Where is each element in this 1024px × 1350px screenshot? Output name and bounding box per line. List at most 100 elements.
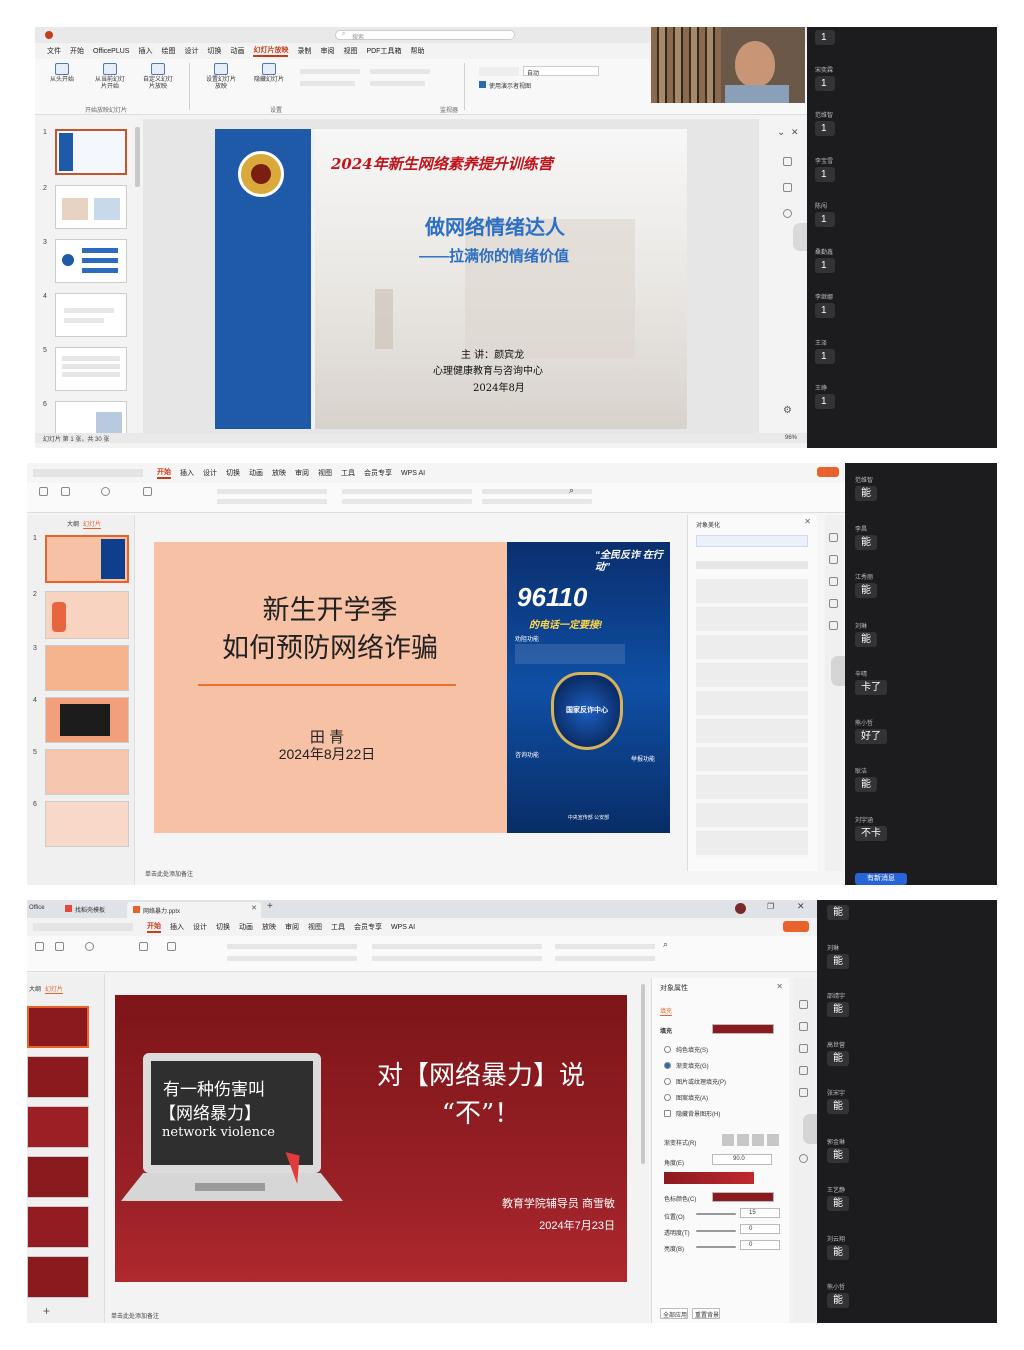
quick-access-toolbar[interactable] xyxy=(33,923,133,931)
new-slide-icon[interactable] xyxy=(143,487,152,496)
paragraph-tools[interactable] xyxy=(372,944,542,949)
brightness-input[interactable]: 0 xyxy=(740,1240,780,1250)
cut-icon[interactable] xyxy=(61,487,70,496)
reset-background-button[interactable]: 重置背景 xyxy=(692,1308,720,1319)
thumbnail-slide-2[interactable] xyxy=(27,1056,89,1098)
menu-tab-2[interactable]: OfficePLUS xyxy=(93,48,129,55)
settings-gear-icon[interactable]: ⚙ xyxy=(783,405,792,416)
image-icon[interactable] xyxy=(829,577,838,586)
share-button[interactable] xyxy=(817,467,839,477)
menu-tab-8[interactable]: 幻灯片放映 xyxy=(253,45,289,57)
close-icon[interactable]: ✕ xyxy=(776,982,783,991)
thumbnail-slide-5[interactable] xyxy=(45,749,129,795)
transparency-input[interactable]: 0 xyxy=(740,1224,780,1234)
menu-tab-8[interactable]: 工具 xyxy=(331,922,345,932)
menu-tab-10[interactable]: 审阅 xyxy=(320,46,334,56)
thumbnail-slide-4[interactable] xyxy=(27,1156,89,1198)
close-icon[interactable]: ✕ xyxy=(791,127,799,138)
expand-panel-handle[interactable] xyxy=(803,1114,817,1144)
menu-tab-8[interactable]: 工具 xyxy=(341,468,355,478)
style-icon[interactable] xyxy=(829,533,838,542)
tab-template[interactable]: 找稻壳模板 xyxy=(65,903,125,915)
transition-icon[interactable] xyxy=(799,1088,808,1097)
thumbnail-slide-3[interactable] xyxy=(45,645,129,691)
menu-tab-0[interactable]: 开始 xyxy=(157,467,171,479)
paragraph-tools[interactable] xyxy=(342,499,472,504)
menu-tab-10[interactable]: WPS AI xyxy=(401,470,425,477)
menu-tab-10[interactable]: WPS AI xyxy=(391,924,415,931)
thumbnail-slide-1[interactable] xyxy=(45,535,129,583)
font-select[interactable] xyxy=(227,944,357,949)
notes-placeholder[interactable]: 单击此处添加备注 xyxy=(111,1311,159,1320)
tab-slides[interactable]: 幻灯片 xyxy=(45,984,64,994)
menu-tab-4[interactable]: 动画 xyxy=(249,468,263,478)
menu-tab-0[interactable]: 文件 xyxy=(47,46,61,56)
apply-all-button[interactable]: 全部应用 xyxy=(660,1308,688,1319)
menu-tab-11[interactable]: 视图 xyxy=(343,46,357,56)
thumbnail-slide-6[interactable] xyxy=(55,401,127,433)
properties-icon[interactable] xyxy=(799,1000,808,1009)
new-slide-icon[interactable] xyxy=(139,942,148,951)
menu-tab-3[interactable]: 切换 xyxy=(216,922,230,932)
menu-tab-5[interactable]: 放映 xyxy=(262,922,276,932)
gradient-bar[interactable] xyxy=(664,1172,754,1184)
designer-icon[interactable] xyxy=(783,157,792,166)
hide-slide-button[interactable]: 隐藏幻灯片 xyxy=(252,63,286,110)
thumbnail-slide-6[interactable] xyxy=(27,1256,89,1298)
thumbnail-slide-5[interactable] xyxy=(27,1206,89,1248)
menu-tab-1[interactable]: 插入 xyxy=(180,468,194,478)
menu-tab-4[interactable]: 绘图 xyxy=(161,46,175,56)
expand-panel-handle[interactable] xyxy=(831,656,845,686)
menu-tab-9[interactable]: 录制 xyxy=(297,46,311,56)
tab-fill[interactable]: 填充 xyxy=(660,1006,673,1016)
quick-access-toolbar[interactable] xyxy=(33,469,143,477)
play-icon[interactable] xyxy=(85,942,94,951)
menu-tab-1[interactable]: 插入 xyxy=(170,922,184,932)
menu-tab-6[interactable]: 切换 xyxy=(207,46,221,56)
monitor-select[interactable]: 自动 xyxy=(523,66,599,77)
gradient-style-picker[interactable] xyxy=(722,1134,782,1146)
thumbnail-slide-1[interactable] xyxy=(55,129,127,175)
presenter-view-checkbox[interactable] xyxy=(479,81,486,88)
font-format-tools[interactable] xyxy=(227,956,357,961)
brightness-slider[interactable] xyxy=(696,1246,736,1248)
menu-tab-13[interactable]: 帮助 xyxy=(410,46,424,56)
paragraph-tools[interactable] xyxy=(342,489,472,494)
menu-tab-1[interactable]: 开始 xyxy=(70,46,84,56)
transparency-slider[interactable] xyxy=(696,1230,736,1232)
menu-tab-3[interactable]: 插入 xyxy=(138,46,152,56)
share-button[interactable] xyxy=(783,921,809,932)
comments-icon[interactable] xyxy=(783,183,792,192)
drawing-tools[interactable] xyxy=(555,944,655,949)
fill-option-radio[interactable] xyxy=(664,1094,671,1101)
setup-show-button[interactable]: 设置幻灯片放映 xyxy=(204,63,238,110)
tab-outline[interactable]: 大纲 xyxy=(67,519,79,528)
menu-tab-3[interactable]: 切换 xyxy=(226,468,240,478)
thumbnail-slide-2[interactable] xyxy=(45,591,129,639)
thumbnail-slide-3[interactable] xyxy=(27,1106,89,1148)
star-icon[interactable] xyxy=(799,1022,808,1031)
play-icon[interactable] xyxy=(101,487,110,496)
thumbnail-scrollbar[interactable] xyxy=(135,127,140,187)
fill-option-radio[interactable] xyxy=(664,1046,671,1053)
custom-show-button[interactable]: 自定义幻灯片放映 xyxy=(141,63,175,110)
hide-background-checkbox[interactable] xyxy=(664,1110,671,1117)
from-current-button[interactable]: 从当前幻灯片开始 xyxy=(93,63,127,110)
tab-office[interactable]: Office xyxy=(27,903,63,915)
drawing-tools[interactable] xyxy=(482,499,592,504)
notes-placeholder[interactable]: 单击此处添加备注 xyxy=(145,869,193,878)
tab-slides[interactable]: 幻灯片 xyxy=(83,519,102,529)
help-icon[interactable] xyxy=(799,1154,808,1163)
menu-tab-2[interactable]: 设计 xyxy=(203,468,217,478)
thumbnail-slide-5[interactable] xyxy=(55,347,127,391)
new-messages-button[interactable]: 有新消息 xyxy=(855,873,907,885)
history-icon[interactable] xyxy=(783,209,792,218)
menu-tab-5[interactable]: 设计 xyxy=(184,46,198,56)
menu-tab-5[interactable]: 放映 xyxy=(272,468,286,478)
menu-tab-4[interactable]: 动画 xyxy=(239,922,253,932)
menu-tab-7[interactable]: 视图 xyxy=(308,922,322,932)
angle-input[interactable]: 90.0 xyxy=(712,1154,772,1165)
menu-tab-12[interactable]: PDF工具箱 xyxy=(366,46,401,56)
style-gallery[interactable] xyxy=(696,579,808,859)
position-slider[interactable] xyxy=(696,1213,736,1215)
